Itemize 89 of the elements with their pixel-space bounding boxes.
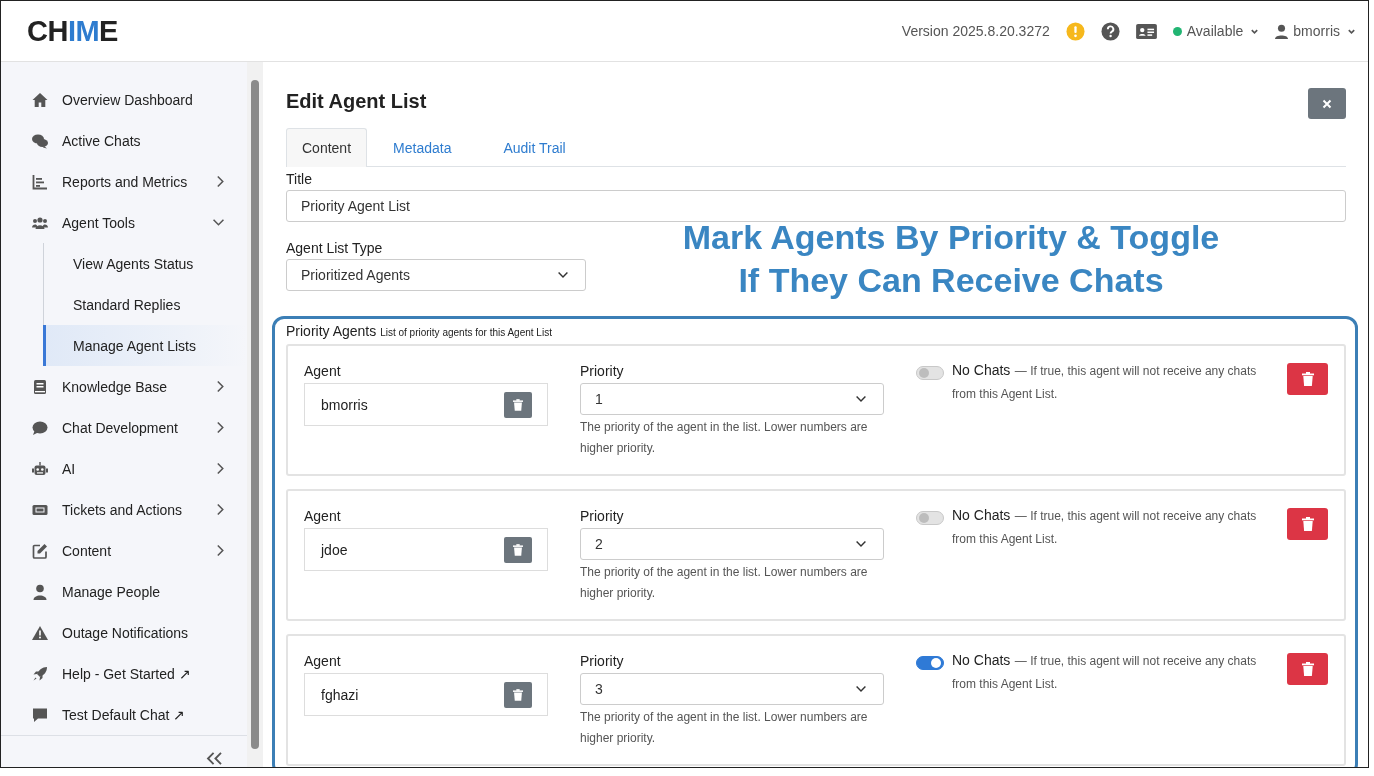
trash-icon bbox=[1301, 517, 1314, 531]
chats-icon bbox=[31, 132, 49, 149]
trash-icon bbox=[513, 398, 523, 411]
help-text: The priority of the agent in the list. Lower numbers are higher priority. bbox=[580, 709, 869, 747]
chevron-down-icon bbox=[855, 395, 867, 403]
sidebar-item[interactable]: Overview Dashboard bbox=[1, 79, 247, 120]
annotation-text: If They Can Receive Chats bbox=[737, 260, 1165, 301]
agent-field[interactable]: fghazi bbox=[304, 673, 548, 716]
delete-button[interactable] bbox=[1287, 653, 1328, 685]
collapse-icon[interactable] bbox=[206, 752, 223, 765]
field-label: Priority bbox=[580, 653, 625, 669]
agent-name: jdoe bbox=[321, 541, 348, 558]
sidebar-item[interactable]: Outage Notifications bbox=[1, 612, 247, 653]
sidebar-item[interactable]: Content bbox=[1, 530, 247, 571]
agent-name: bmorris bbox=[321, 396, 368, 413]
priority-select[interactable]: 3 bbox=[580, 673, 884, 705]
page-title: Edit Agent List bbox=[286, 90, 427, 113]
rocket-icon bbox=[31, 665, 49, 682]
edit-icon bbox=[31, 542, 49, 559]
toggle-switch[interactable] bbox=[916, 656, 944, 670]
user-menu[interactable]: bmorris bbox=[1275, 23, 1356, 39]
toggle-description: No Chats — If true, this agent will not receive any chats from this Agent List. bbox=[952, 361, 1258, 403]
user-icon bbox=[31, 583, 49, 600]
chevron-down-icon bbox=[855, 540, 867, 548]
section-title: Priority Agents bbox=[286, 323, 377, 339]
logo: CHIME bbox=[27, 14, 118, 48]
users-icon bbox=[31, 214, 49, 231]
close-icon bbox=[1322, 98, 1332, 109]
sidebar-item[interactable]: Tickets and Actions bbox=[1, 489, 247, 530]
sidebar-item[interactable]: Manage People bbox=[1, 571, 247, 612]
field-label: Agent bbox=[304, 363, 342, 379]
user-icon bbox=[1275, 23, 1289, 39]
sidebar-item[interactable]: Knowledge Base bbox=[1, 366, 247, 407]
help-text: The priority of the agent in the list. Lower numbers are higher priority. bbox=[580, 564, 869, 602]
sidebar-item[interactable]: Test Default Chat ↗ bbox=[1, 694, 247, 735]
tab[interactable]: Metadata bbox=[367, 128, 478, 166]
message-icon bbox=[31, 706, 49, 723]
tab[interactable]: Content bbox=[286, 128, 368, 167]
warning-icon bbox=[31, 624, 49, 641]
chevron-down-icon bbox=[557, 271, 569, 279]
comment-icon bbox=[31, 419, 49, 436]
tab[interactable]: Audit Trail bbox=[477, 128, 592, 166]
delete-button[interactable] bbox=[1287, 508, 1328, 540]
agent-field[interactable]: jdoe bbox=[304, 528, 548, 571]
version-text: Version 2025.8.20.3272 bbox=[901, 23, 1050, 39]
chevron-down-icon bbox=[855, 685, 867, 693]
trash-icon bbox=[513, 543, 523, 556]
section-hint: List of priority agents for this Agent List bbox=[380, 327, 552, 338]
trash-icon bbox=[1301, 372, 1314, 386]
type-select[interactable]: Prioritized Agents bbox=[286, 259, 586, 291]
priority-select[interactable]: 1 bbox=[580, 383, 884, 415]
field-label: Title bbox=[286, 171, 313, 187]
help-icon[interactable] bbox=[1100, 21, 1120, 41]
remove-agent-button[interactable] bbox=[504, 536, 532, 563]
trash-icon bbox=[1301, 662, 1314, 676]
sidebar-item[interactable]: Chat Development bbox=[1, 407, 247, 448]
sidebar-item[interactable]: Agent Tools bbox=[1, 202, 247, 243]
title-field[interactable]: Priority Agent List bbox=[286, 190, 1346, 222]
sidebar-item[interactable]: AI bbox=[1, 448, 247, 489]
field-label: Priority bbox=[580, 508, 625, 524]
agent-name: fghazi bbox=[321, 686, 359, 703]
toggle-description: No Chats — If true, this agent will not receive any chats from this Agent List. bbox=[952, 651, 1258, 693]
agent-field[interactable]: bmorris bbox=[304, 383, 548, 426]
remove-agent-button[interactable] bbox=[504, 681, 532, 708]
toggle-switch[interactable] bbox=[916, 366, 944, 380]
field-label: Agent bbox=[304, 508, 342, 524]
toggle-switch[interactable] bbox=[916, 511, 944, 525]
priority-select[interactable]: 2 bbox=[580, 528, 884, 560]
id-card-icon[interactable] bbox=[1135, 22, 1157, 40]
field-label: Priority bbox=[580, 363, 625, 379]
sidebar-subitem[interactable]: Standard Replies bbox=[44, 284, 247, 325]
robot-icon bbox=[31, 460, 49, 477]
sidebar-item[interactable]: Reports and Metrics bbox=[1, 161, 247, 202]
scrollbar[interactable] bbox=[247, 62, 263, 767]
sidebar-item[interactable]: Help - Get Started ↗ bbox=[1, 653, 247, 694]
chart-icon bbox=[31, 173, 49, 190]
close-button[interactable] bbox=[1308, 88, 1346, 119]
home-icon bbox=[31, 91, 49, 108]
sidebar-item[interactable]: Active Chats bbox=[1, 120, 247, 161]
help-text: The priority of the agent in the list. Lower numbers are higher priority. bbox=[580, 419, 869, 457]
trash-icon bbox=[513, 688, 523, 701]
field-label: Agent List Type bbox=[286, 240, 384, 256]
toggle-description: No Chats — If true, this agent will not receive any chats from this Agent List. bbox=[952, 506, 1258, 548]
book-icon bbox=[31, 378, 49, 395]
field-label: Agent bbox=[304, 653, 342, 669]
remove-agent-button[interactable] bbox=[504, 391, 532, 418]
status-dropdown[interactable]: Available bbox=[1172, 23, 1260, 39]
delete-button[interactable] bbox=[1287, 363, 1328, 395]
sidebar-subitem[interactable]: View Agents Status bbox=[44, 243, 247, 284]
